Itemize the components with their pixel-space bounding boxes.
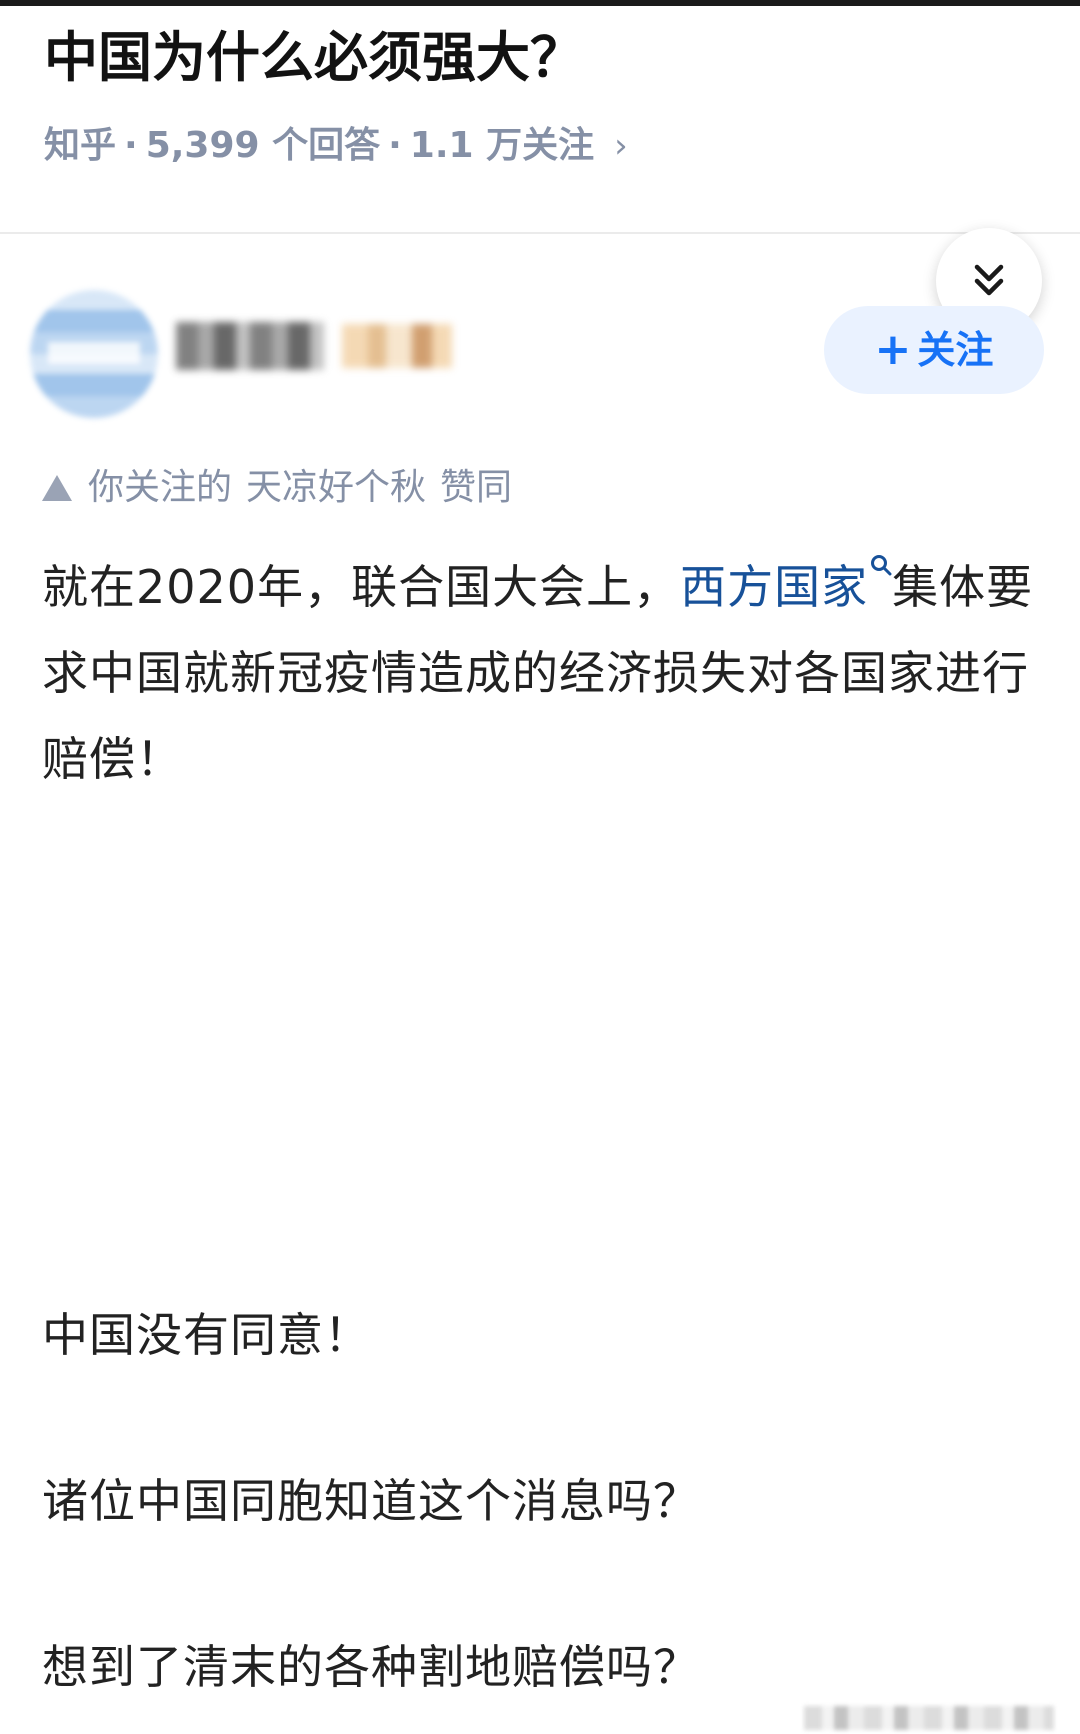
follow-button[interactable]: + 关注 (824, 306, 1044, 394)
double-chevron-down-icon (974, 264, 1004, 296)
answer-paragraph: 就在2020年，联合国大会上，西方国家 集体要求中国就新冠疫情造成的经济损失对各国… (42, 544, 1042, 802)
meta-separator: · (124, 125, 138, 166)
watermark-redacted (804, 1706, 1054, 1730)
meta-source: 知乎 (44, 125, 117, 166)
top-edge-bar (0, 0, 1080, 6)
meta-follow-count: 1.1 万关注 (409, 125, 595, 166)
answer-paragraph: 想到了清末的各种割地赔偿吗？ (42, 1640, 700, 1694)
meta-separator: · (388, 125, 402, 166)
follow-button-label: 关注 (917, 328, 994, 372)
triangle-up-icon (42, 475, 72, 501)
section-divider (0, 232, 1080, 234)
social-proof-action: 赞同 (440, 467, 513, 508)
question-meta[interactable]: 知乎 · 5,399 个回答 · 1.1 万关注 › (44, 116, 628, 176)
author-name-redacted[interactable] (176, 322, 324, 370)
keyword-link[interactable]: 西方国家 (680, 560, 868, 614)
social-proof-prefix: 你关注的 (88, 467, 233, 508)
search-icon[interactable] (870, 554, 892, 576)
answer-paragraph: 诸位中国同胞知道这个消息吗？ (42, 1474, 700, 1528)
plus-icon: + (874, 324, 912, 375)
answer-paragraph: 中国没有同意！ (42, 1308, 371, 1362)
chevron-right-icon: › (614, 126, 628, 166)
social-proof: 你关注的 天凉好个秋 赞同 (42, 460, 512, 516)
author-badge-redacted (342, 324, 452, 368)
answer-text: 就在2020年，联合国大会上， (42, 560, 681, 614)
question-title[interactable]: 中国为什么必须强大？ (44, 22, 584, 94)
meta-answer-count: 5,399 个回答 (145, 125, 381, 166)
avatar[interactable] (30, 290, 158, 418)
social-proof-user[interactable]: 天凉好个秋 (246, 460, 426, 516)
